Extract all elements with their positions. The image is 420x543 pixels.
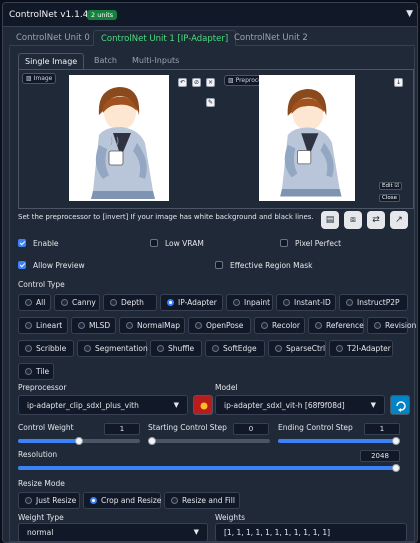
allow-preview-check-icon bbox=[18, 261, 26, 269]
tab-multi-inputs[interactable]: Multi-Inputs bbox=[126, 53, 185, 69]
radio-revision[interactable]: Revision bbox=[367, 317, 416, 334]
end-step-input[interactable]: 1 bbox=[364, 423, 400, 435]
preprocessor-label: Preprocessor bbox=[18, 383, 67, 392]
resolution-input[interactable]: 2048 bbox=[360, 450, 400, 462]
preprocessor-select[interactable]: ip-adapter_clip_sdxl_plus_vith ▼ bbox=[18, 395, 188, 415]
radio-scribble[interactable]: Scribble bbox=[18, 340, 74, 357]
pixel-perfect-checkbox[interactable]: Pixel Perfect bbox=[280, 239, 341, 248]
image-label: ▨ Image bbox=[22, 73, 57, 84]
chevron-down-icon: ▼ bbox=[370, 401, 376, 409]
control-weight-slider[interactable] bbox=[18, 437, 140, 445]
end-step-label: Ending Control Step bbox=[278, 423, 353, 432]
refresh-models-icon[interactable] bbox=[390, 395, 410, 415]
control-weight-input[interactable]: 1 bbox=[104, 423, 140, 435]
radio-recolor[interactable]: Recolor bbox=[254, 317, 305, 334]
pixel-perfect-check-icon bbox=[280, 239, 288, 247]
close-icon[interactable]: × bbox=[206, 78, 215, 87]
radio-all[interactable]: All bbox=[18, 294, 51, 311]
weight-type-label: Weight Type bbox=[18, 513, 64, 522]
enable-check-icon bbox=[18, 239, 26, 247]
enable-checkbox[interactable]: Enable bbox=[18, 239, 59, 248]
input-image-canvas[interactable] bbox=[69, 75, 169, 201]
close-preview-button[interactable]: Close bbox=[379, 194, 400, 202]
preview-illustration bbox=[280, 89, 342, 197]
radio-softedge[interactable]: SoftEdge bbox=[205, 340, 265, 357]
low-vram-checkbox[interactable]: Low VRAM bbox=[150, 239, 204, 248]
slider-handle[interactable] bbox=[75, 437, 83, 445]
radio-openpose[interactable]: OpenPose bbox=[188, 317, 251, 334]
camera-icon[interactable]: ⧈ bbox=[344, 211, 362, 229]
weight-type-select[interactable]: normal ▼ bbox=[18, 523, 208, 542]
preprocessor-preview-canvas bbox=[259, 75, 355, 201]
chevron-down-icon: ▼ bbox=[173, 401, 179, 409]
radio-instant-id[interactable]: Instant-ID bbox=[276, 294, 336, 311]
tab-batch[interactable]: Batch bbox=[88, 53, 123, 69]
download-icon[interactable]: ↓ bbox=[394, 78, 403, 87]
radio-shuffle[interactable]: Shuffle bbox=[150, 340, 202, 357]
allow-preview-checkbox[interactable]: Allow Preview bbox=[18, 261, 85, 270]
model-label: Model bbox=[215, 383, 238, 392]
character-illustration bbox=[91, 87, 155, 199]
controlnet-panel: ControlNet v1.1.449 2 units ▼ ControlNet… bbox=[2, 2, 418, 543]
radio-mlsd[interactable]: MLSD bbox=[71, 317, 116, 334]
units-badge: 2 units bbox=[87, 10, 118, 20]
unit-content: Single Image Batch Multi-Inputs ▨ Image bbox=[9, 47, 416, 542]
tab-single-image[interactable]: Single Image bbox=[18, 53, 85, 69]
region-mask-check-icon bbox=[215, 261, 223, 269]
radio-sparsectrl[interactable]: SparseCtrl bbox=[268, 340, 326, 357]
tab-unit-0[interactable]: ControlNet Unit 0 bbox=[9, 30, 97, 46]
end-step-slider[interactable] bbox=[278, 437, 400, 445]
radio-resize-and-fill[interactable]: Resize and Fill bbox=[164, 492, 240, 509]
control-type-label: Control Type bbox=[18, 280, 65, 289]
start-step-input[interactable]: 0 bbox=[233, 423, 269, 435]
brush-icon[interactable]: ✎ bbox=[206, 98, 215, 107]
radio-inpaint[interactable]: Inpaint bbox=[226, 294, 273, 311]
radio-depth[interactable]: Depth bbox=[103, 294, 157, 311]
radio-ip-adapter[interactable]: IP-Adapter bbox=[160, 294, 223, 311]
radio-canny[interactable]: Canny bbox=[54, 294, 100, 311]
weights-input[interactable]: [1, 1, 1, 1, 1, 1, 1, 1, 1, 1, 1] bbox=[215, 523, 407, 542]
arrow-icon[interactable]: ↗ bbox=[390, 211, 408, 229]
slider-handle[interactable] bbox=[392, 464, 400, 472]
resolution-label: Resolution bbox=[18, 450, 58, 459]
start-step-slider[interactable] bbox=[148, 437, 270, 445]
weights-label: Weights bbox=[215, 513, 246, 522]
edit-button[interactable]: Edit ☑ bbox=[379, 182, 403, 190]
radio-tile[interactable]: Tile bbox=[18, 363, 54, 380]
tab-unit-1[interactable]: ControlNet Unit 1 [IP-Adapter] bbox=[93, 30, 237, 46]
control-weight-label: Control Weight bbox=[18, 423, 74, 432]
image-input-area: ▨ Image ↶ ⊘ × ✎ ▨ Preprocessor ↓ Edit ☑ … bbox=[18, 69, 414, 209]
clear-icon[interactable]: ⊘ bbox=[192, 78, 201, 87]
swap-icon[interactable]: ⇄ bbox=[367, 211, 385, 229]
tab-unit-2[interactable]: ControlNet Unit 2 bbox=[227, 30, 315, 46]
undo-icon[interactable]: ↶ bbox=[178, 78, 187, 87]
unit-tabs: ControlNet Unit 0 ControlNet Unit 1 [IP-… bbox=[9, 30, 415, 46]
model-select[interactable]: ip-adapter_sdxl_vit-h [68f9f08d] ▼ bbox=[215, 395, 385, 415]
radio-t2i-adapter[interactable]: T2I-Adapter bbox=[329, 340, 393, 357]
chevron-down-icon: ▼ bbox=[193, 528, 199, 536]
low-vram-check-icon bbox=[150, 239, 158, 247]
collapse-caret-icon[interactable]: ▼ bbox=[406, 9, 413, 19]
slider-handle[interactable] bbox=[148, 437, 156, 445]
slider-handle[interactable] bbox=[392, 437, 400, 445]
invert-hint: Set the preprocessor to [invert] If your… bbox=[18, 213, 314, 221]
radio-instructp2p[interactable]: InstructP2P bbox=[339, 294, 408, 311]
document-icon[interactable]: ▤ bbox=[321, 211, 339, 229]
radio-normalmap[interactable]: NormalMap bbox=[119, 317, 185, 334]
effective-region-mask-checkbox[interactable]: Effective Region Mask bbox=[215, 261, 312, 270]
start-step-label: Starting Control Step bbox=[148, 423, 227, 432]
radio-reference[interactable]: Reference bbox=[308, 317, 364, 334]
resolution-slider[interactable] bbox=[18, 464, 400, 472]
run-preprocessor-icon[interactable] bbox=[193, 395, 213, 415]
resize-mode-label: Resize Mode bbox=[18, 479, 65, 488]
radio-lineart[interactable]: Lineart bbox=[18, 317, 68, 334]
accordion-header[interactable]: ControlNet v1.1.449 2 units ▼ bbox=[3, 3, 417, 27]
radio-segmentation[interactable]: Segmentation bbox=[77, 340, 148, 357]
radio-just-resize[interactable]: Just Resize bbox=[18, 492, 80, 509]
radio-crop-and-resize[interactable]: Crop and Resize bbox=[83, 492, 161, 509]
